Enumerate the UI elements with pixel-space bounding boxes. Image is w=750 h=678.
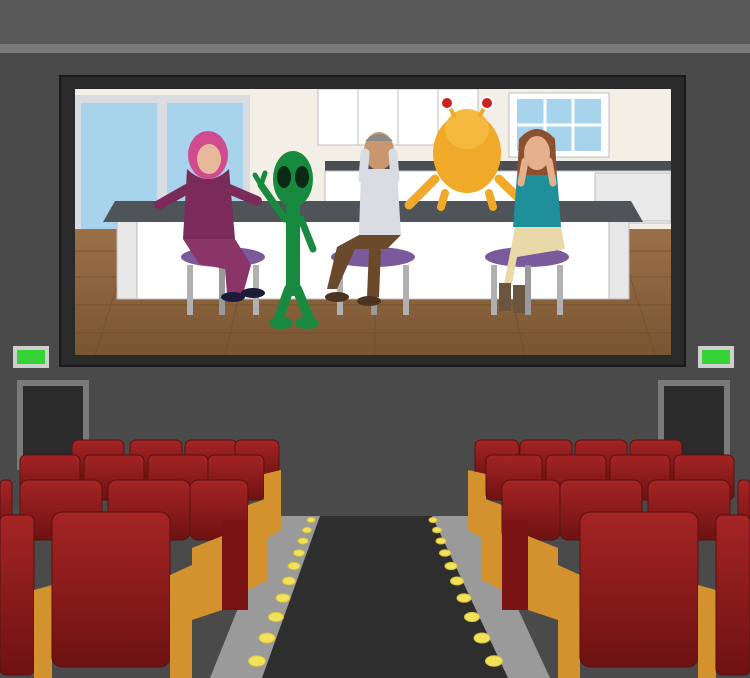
ceiling-band [0,0,750,44]
exit-light-right [698,346,734,368]
movie-screen [75,89,671,355]
exit-light-left [13,346,49,368]
theater-scene [0,0,750,678]
ceiling-trim [0,44,750,53]
